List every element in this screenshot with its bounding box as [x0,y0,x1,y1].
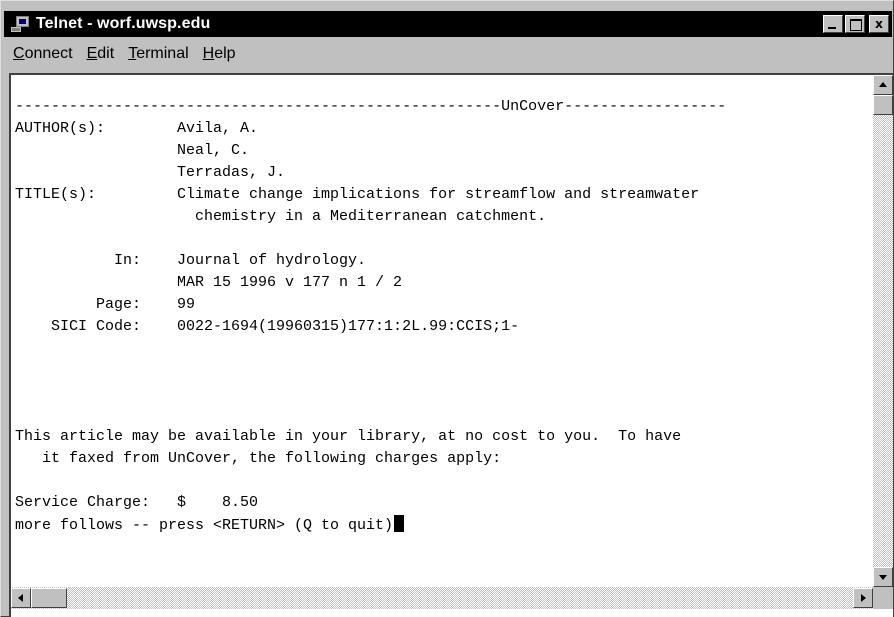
maximize-button[interactable] [845,15,865,33]
scroll-down-button[interactable] [873,567,893,587]
menu-terminal[interactable]: Terminal [128,45,188,63]
terminal-prompt-text: more follows -- press <RETURN> (Q to qui… [15,517,394,534]
text-cursor [394,515,405,532]
terminal-line: MAR 15 1996 v 177 n 1 / 2 [15,274,403,291]
terminal-line: This article may be available in your li… [15,428,682,445]
menu-help[interactable]: Help [203,45,236,63]
down-arrow-icon [879,575,887,580]
vertical-scrollbar[interactable] [873,75,893,587]
terminal-line: AUTHOR(s): Avila, A. [15,120,259,137]
terminal-line: ----------------------------------------… [15,98,727,115]
vertical-scroll-thumb[interactable] [873,95,893,115]
terminal-line: chemistry in a Mediterranean catchment. [15,208,547,225]
terminal-prompt-line: more follows -- press <RETURN> (Q to qui… [15,515,405,537]
terminal-line: Service Charge: $ 8.50 [15,494,259,511]
terminal-line: Terradas, J. [15,164,286,181]
scroll-up-button[interactable] [873,75,893,95]
minimize-button[interactable] [823,15,843,33]
terminal-client-area: ----------------------------------------… [9,73,893,617]
close-button[interactable]: x [869,15,889,33]
title-bar[interactable]: Telnet - worf.uwsp.edu x [4,11,892,37]
horizontal-scroll-thumb[interactable] [31,588,67,608]
terminal-line: SICI Code: 0022-1694(19960315)177:1:2L.9… [15,318,520,335]
telnet-computer-icon[interactable] [10,15,30,33]
terminal-line: TITLE(s): Climate change implications fo… [15,186,700,203]
size-grip[interactable] [873,587,893,609]
scroll-right-button[interactable] [853,588,873,608]
menu-edit[interactable]: Edit [87,45,115,63]
right-arrow-icon [861,594,866,602]
menu-connect[interactable]: Connect [13,45,73,63]
terminal-screen[interactable]: ----------------------------------------… [11,75,873,587]
terminal-line: it faxed from UnCover, the following cha… [15,450,502,467]
left-arrow-icon [18,594,23,602]
horizontal-scrollbar[interactable] [11,587,873,609]
terminal-line: Page: 99 [15,296,196,313]
terminal-line: Neal, C. [15,142,250,159]
telnet-window: Telnet - worf.uwsp.edu x Connect Edit Te… [0,0,894,617]
window-controls: x [823,15,889,33]
menu-bar: Connect Edit Terminal Help [4,39,892,69]
terminal-line: In: Journal of hydrology. [15,252,367,269]
up-arrow-icon [879,82,887,87]
scroll-left-button[interactable] [11,588,31,608]
window-title: Telnet - worf.uwsp.edu [36,15,211,32]
